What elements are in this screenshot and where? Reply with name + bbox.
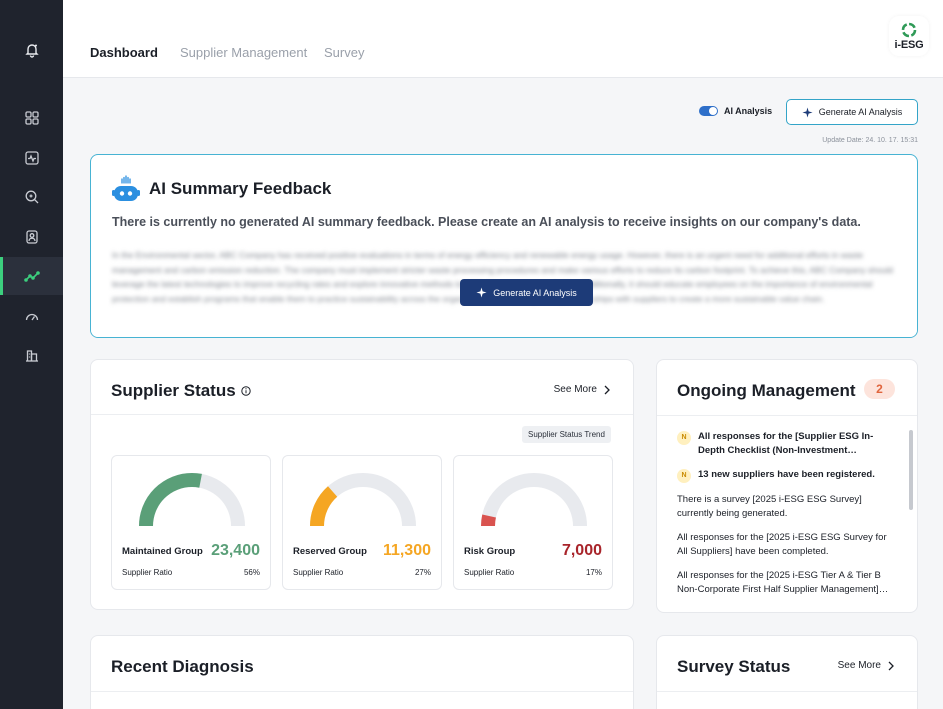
generate-ai-analysis-overlay-button[interactable]: Generate AI Analysis xyxy=(460,279,593,306)
card-divider xyxy=(657,415,917,416)
list-item-text: All responses for the [2025 i-ESG ESG Su… xyxy=(677,532,887,557)
chevron-right-icon xyxy=(604,385,610,394)
gauge-risk xyxy=(481,473,587,527)
ongoing-management-card: Ongoing Management 2 N All responses for … xyxy=(656,359,918,613)
survey-status-card: Survey Status See More xyxy=(656,635,918,709)
generate-ai-analysis-button[interactable]: Generate AI Analysis xyxy=(786,99,918,125)
group-value: 11,300 xyxy=(382,542,431,559)
survey-status-see-more[interactable]: See More xyxy=(838,660,895,671)
sparkle-icon xyxy=(802,106,813,118)
card-divider xyxy=(91,691,633,692)
list-item[interactable]: There is a survey [2025 i-ESG ESG Survey… xyxy=(677,493,899,521)
recent-diagnosis-title: Recent Diagnosis xyxy=(111,657,254,676)
ratio-label: Supplier Ratio xyxy=(464,568,515,577)
ai-summary-card: AI Summary Feedback There is currently n… xyxy=(90,154,918,338)
sidebar-item-suppliers[interactable] xyxy=(0,218,63,256)
group-name: Risk Group xyxy=(464,546,516,557)
see-more-label: See More xyxy=(553,384,597,395)
brand-logo[interactable]: i-ESG xyxy=(889,16,929,56)
info-icon[interactable] xyxy=(241,386,251,396)
sidebar-item-monitoring[interactable] xyxy=(0,139,63,177)
survey-status-title: Survey Status xyxy=(677,657,791,676)
ai-summary-empty-message: There is currently no generated AI summa… xyxy=(112,215,861,229)
trend-line-icon xyxy=(23,271,40,282)
update-date: Update Date: 24. 10. 17. 15:31 xyxy=(822,137,918,144)
supplier-status-title: Supplier Status xyxy=(111,381,236,400)
list-item-text: There is a survey [2025 i-ESG ESG Survey… xyxy=(677,494,862,519)
gauge-icon xyxy=(25,313,38,321)
ongoing-count-badge: 2 xyxy=(864,379,895,399)
building-icon xyxy=(25,350,38,362)
user-card-icon xyxy=(25,230,38,244)
ratio-value: 17% xyxy=(585,568,602,577)
sidebar-item-dashboard-grid[interactable] xyxy=(0,99,63,137)
ai-analysis-toggle-label: AI Analysis xyxy=(724,106,773,116)
tab-dashboard[interactable]: Dashboard xyxy=(90,45,158,60)
chevron-right-icon xyxy=(888,661,894,670)
sidebar-item-performance[interactable] xyxy=(0,297,63,335)
ratio-label: Supplier Ratio xyxy=(293,568,344,577)
card-divider xyxy=(91,414,633,415)
pulse-chart-icon xyxy=(24,151,39,165)
tab-supplier-management[interactable]: Supplier Management xyxy=(180,45,307,60)
gauge-maintained xyxy=(139,473,245,527)
search-icon xyxy=(25,190,38,204)
grid-icon xyxy=(24,111,39,125)
bell-icon xyxy=(24,44,39,58)
gauge-card-reserved: Reserved Group 11,300 Supplier Ratio 27% xyxy=(282,455,442,590)
sidebar-item-analytics[interactable] xyxy=(0,257,63,295)
list-item[interactable]: N All responses for the [Supplier ESG In-… xyxy=(677,430,899,458)
gauge-card-risk: Risk Group 7,000 Supplier Ratio 17% xyxy=(453,455,613,590)
group-value: 23,400 xyxy=(211,542,260,559)
ratio-value: 27% xyxy=(414,568,431,577)
new-badge: N xyxy=(677,431,691,445)
ai-analysis-toggle-group: AI Analysis xyxy=(699,106,772,116)
ongoing-management-title: Ongoing Management xyxy=(677,381,856,400)
group-name: Maintained Group xyxy=(122,546,203,557)
generate-ai-analysis-label: Generate AI Analysis xyxy=(818,107,903,117)
list-item[interactable]: All responses for the [2025 i-ESG Tier A… xyxy=(677,569,899,597)
group-value: 7,000 xyxy=(561,542,602,559)
generate-ai-analysis-overlay-label: Generate AI Analysis xyxy=(493,287,577,298)
ongoing-list-scrollbar[interactable] xyxy=(909,430,913,510)
recent-diagnosis-card: Recent Diagnosis xyxy=(90,635,634,709)
group-name: Reserved Group xyxy=(293,546,367,557)
gauge-card-maintained: Maintained Group 23,400 Supplier Ratio 5… xyxy=(111,455,271,590)
list-item[interactable]: N 13 new suppliers have been registered. xyxy=(677,468,899,483)
ai-analysis-toggle[interactable] xyxy=(699,106,718,116)
new-badge: N xyxy=(677,469,691,483)
sidebar-item-company[interactable] xyxy=(0,336,63,374)
supplier-status-trend-button[interactable]: Supplier Status Trend xyxy=(522,426,611,443)
logo-text: i-ESG xyxy=(894,38,924,51)
gauge-reserved xyxy=(310,473,416,527)
list-item-text: 13 new suppliers have been registered. xyxy=(698,469,875,480)
ai-summary-title: AI Summary Feedback xyxy=(149,179,332,198)
tab-survey[interactable]: Survey xyxy=(324,45,364,60)
ai-robot-icon xyxy=(112,175,140,201)
supplier-status-see-more[interactable]: See More xyxy=(554,384,611,395)
list-item-text: All responses for the [2025 i-ESG Tier A… xyxy=(677,570,881,595)
card-divider xyxy=(657,691,917,692)
list-item[interactable]: All responses for the [2025 i-ESG ESG Su… xyxy=(677,531,899,559)
ratio-label: Supplier Ratio xyxy=(122,568,173,577)
top-header: Dashboard Supplier Management Survey i-E… xyxy=(63,0,943,78)
sparkle-icon xyxy=(476,287,487,298)
see-more-label: See More xyxy=(837,660,881,671)
list-item-text: All responses for the [Supplier ESG In-D… xyxy=(698,431,874,456)
leaf-ring-icon xyxy=(901,22,917,37)
notification-button[interactable] xyxy=(0,31,63,69)
ratio-value: 56% xyxy=(243,568,260,577)
ongoing-management-list: N All responses for the [Supplier ESG In-… xyxy=(677,430,899,607)
sidebar-item-search[interactable] xyxy=(0,178,63,216)
supplier-status-card: Supplier Status See More Supplier Status… xyxy=(90,359,634,610)
sidebar xyxy=(0,0,63,709)
